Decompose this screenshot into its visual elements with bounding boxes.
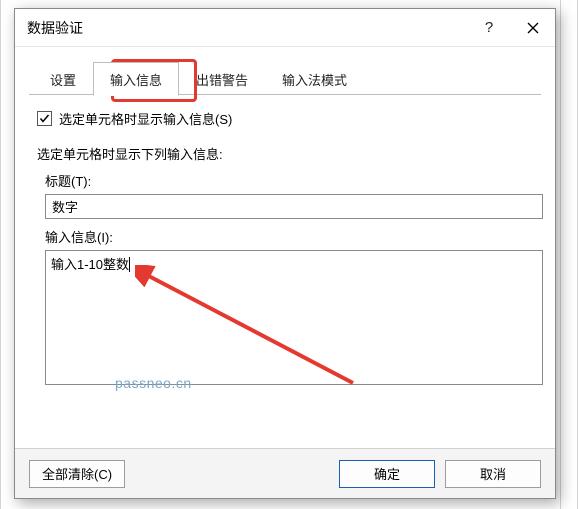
show-input-checkbox[interactable] <box>37 111 52 126</box>
tab-input-message[interactable]: 输入信息 <box>93 62 179 96</box>
tab-ime-mode[interactable]: 输入法模式 <box>265 62 364 95</box>
watermark: passneo.cn <box>115 375 192 391</box>
clear-all-button[interactable]: 全部清除(C) <box>29 460 125 488</box>
section-label: 选定单元格时显示下列输入信息: <box>37 144 533 163</box>
tab-error-alert[interactable]: 出错警告 <box>179 62 265 95</box>
cancel-button[interactable]: 取消 <box>445 460 541 488</box>
help-icon: ? <box>485 19 493 36</box>
title-field-label: 标题(T): <box>45 171 533 190</box>
ok-button[interactable]: 确定 <box>339 460 435 488</box>
title-input[interactable] <box>45 194 543 219</box>
show-input-checkbox-row[interactable]: 选定单元格时显示输入信息(S) <box>37 109 533 128</box>
close-button[interactable] <box>511 9 555 47</box>
tab-settings[interactable]: 设置 <box>33 62 93 95</box>
message-textarea[interactable] <box>45 250 543 385</box>
dialog-content: 选定单元格时显示输入信息(S) 选定单元格时显示下列输入信息: 标题(T): 输… <box>15 95 555 448</box>
check-icon <box>39 113 50 124</box>
tab-bar: 设置 输入信息 出错警告 输入法模式 <box>15 59 555 95</box>
help-button[interactable]: ? <box>467 9 511 47</box>
show-input-checkbox-label: 选定单元格时显示输入信息(S) <box>59 109 232 128</box>
close-icon <box>527 22 539 34</box>
message-field-label: 输入信息(I): <box>45 227 533 246</box>
dialog-footer: 全部清除(C) 确定 取消 <box>15 448 555 498</box>
data-validation-dialog: 数据验证 ? 设置 输入信息 出错警告 输入法模式 选定单元格时显示输入信息(S… <box>14 8 556 499</box>
dialog-title: 数据验证 <box>27 18 467 38</box>
dialog-titlebar: 数据验证 ? <box>15 9 555 47</box>
